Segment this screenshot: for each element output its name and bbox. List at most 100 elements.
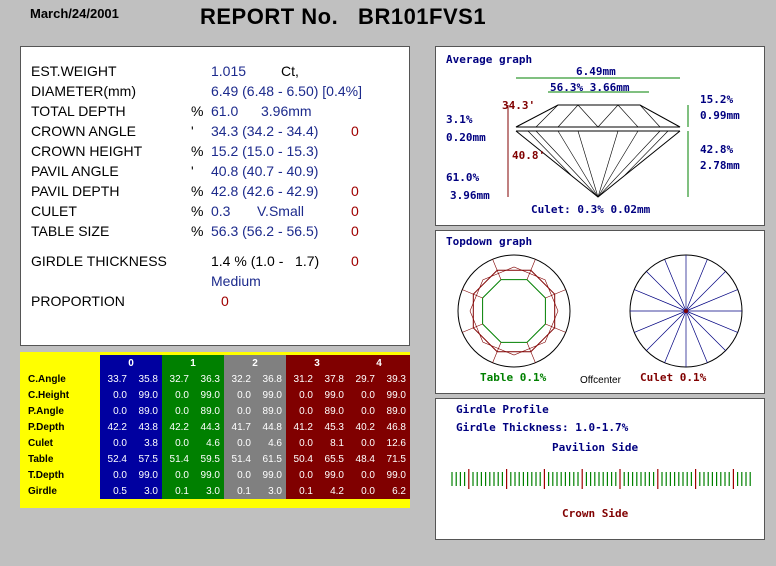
girdle-profile-thickness: Girdle Thickness: 1.0-1.7% <box>456 421 629 434</box>
measurement-label: CROWN HEIGHT <box>31 143 143 159</box>
grade-table: 0 1 2 3 4 C.Angle 33.7 35.8 32.7 36.3 32.2 36.8 31.2… <box>20 355 410 499</box>
grade-cell: 0.0 <box>348 435 379 451</box>
grade-row-label: P.Angle <box>20 403 100 419</box>
grade-cell: 0.0 <box>286 435 317 451</box>
grade-row: C.Angle 33.7 35.8 32.7 36.3 32.2 36.8 31.2 37.8 2… <box>20 371 410 387</box>
grade-header-2: 2 <box>224 355 286 371</box>
grade-cell: 89.0 <box>379 403 410 419</box>
topdown-pavilion-facet <box>646 310 687 351</box>
girdle-crown-side: Crown Side <box>562 507 629 520</box>
grade-cell: 0.0 <box>162 435 193 451</box>
grade-cell: 89.0 <box>317 403 348 419</box>
grade-cell: 99.0 <box>379 467 410 483</box>
avg-crown-angle: 34.3' <box>502 99 536 112</box>
grade-cell: 0.0 <box>286 467 317 483</box>
grade-cell: 4.6 <box>255 435 286 451</box>
grade-cell: 89.0 <box>131 403 162 419</box>
girdle-thickness-value: 1.4 % (1.0 - 1.7) <box>211 253 320 269</box>
grade-cell: 0.0 <box>162 387 193 403</box>
grade-header-3: 3 <box>286 355 348 371</box>
measurement-extra: Ct, <box>281 63 299 79</box>
grade-cell: 0.0 <box>286 403 317 419</box>
grade-cell: 61.5 <box>255 451 286 467</box>
grade-cell: 6.2 <box>379 483 410 499</box>
topdown-crown-facet <box>526 259 536 280</box>
measurement-flag: 0 <box>351 183 359 199</box>
topdown-pavilion-facet <box>685 310 726 351</box>
avg-total-mm: 3.96mm <box>450 189 490 202</box>
avg-table: 56.3% 3.66mm <box>550 81 630 94</box>
pavilion-facets <box>527 130 669 198</box>
avg-crown-mm: 0.20mm <box>446 131 486 144</box>
topdown-crown-facet <box>545 323 566 333</box>
report-title: REPORT No. BR101FVS1 <box>200 4 487 29</box>
measurement-unit: ' <box>191 163 194 179</box>
measurement-extra: 3.96mm <box>261 103 312 119</box>
avg-right-pav-mm: 2.78mm <box>700 159 740 172</box>
measurement-label: DIAMETER(mm) <box>31 83 136 99</box>
grade-cell: 44.8 <box>255 419 286 435</box>
grade-cell: 36.8 <box>255 371 286 387</box>
grade-cell: 4.2 <box>317 483 348 499</box>
grade-cell: 71.5 <box>379 451 410 467</box>
grade-cell: 41.2 <box>286 419 317 435</box>
grade-cell: 0.0 <box>224 435 255 451</box>
proportion-value: 0 <box>221 293 229 309</box>
measurement-value: 56.3 (56.2 - 56.5) <box>211 223 319 239</box>
grade-cell: 65.5 <box>317 451 348 467</box>
grade-row-label: Girdle <box>20 483 100 499</box>
measurement-value: 40.8 (40.7 - 40.9) <box>211 163 319 179</box>
grade-cell: 0.0 <box>162 467 193 483</box>
grade-cell: 8.1 <box>317 435 348 451</box>
topdown-star-square-b <box>469 266 559 356</box>
avg-diameter: 6.49mm <box>576 65 616 78</box>
pavilion-outline <box>515 130 681 198</box>
grade-cell: 46.8 <box>379 419 410 435</box>
grade-cell: 32.7 <box>162 371 193 387</box>
grade-row: P.Angle 0.0 89.0 0.0 89.0 0.0 89.0 0.0 89.0 0.0 89… <box>20 403 410 419</box>
topdown-culet-dot <box>684 309 688 313</box>
measurement-flag: 0 <box>351 203 359 219</box>
avg-right-crown-pct: 15.2% <box>700 93 734 106</box>
girdle-grade: Medium <box>211 273 261 289</box>
measurement-unit: ' <box>191 123 194 139</box>
measurement-label: TOTAL DEPTH <box>31 103 126 119</box>
measurement-unit: % <box>191 203 204 219</box>
grade-cell: 31.2 <box>286 371 317 387</box>
grade-cell: 99.0 <box>131 467 162 483</box>
topdown-table-octagon <box>482 279 546 343</box>
grade-header-4: 4 <box>348 355 410 371</box>
grade-cell: 0.0 <box>286 387 317 403</box>
measurements-panel: EST.WEIGHT 1.015 Ct, DIAMETER(mm) 6.49 (6.48… <box>20 46 410 346</box>
measurement-flag: 0 <box>351 123 359 139</box>
grade-cell: 0.0 <box>224 467 255 483</box>
measurement-unit: % <box>191 183 204 199</box>
measurement-label: PAVIL ANGLE <box>31 163 119 179</box>
measurement-label: EST.WEIGHT <box>31 63 117 79</box>
grade-cell: 0.0 <box>348 403 379 419</box>
grade-row: T.Depth 0.0 99.0 0.0 99.0 0.0 99.0 0.0 99.0 0.0 99… <box>20 467 410 483</box>
grade-row-label: Culet <box>20 435 100 451</box>
grade-cell: 0.0 <box>224 387 255 403</box>
grade-cell: 35.8 <box>131 371 162 387</box>
grade-cell: 0.0 <box>162 403 193 419</box>
grade-cell: 3.0 <box>193 483 224 499</box>
grade-cell: 0.0 <box>100 387 131 403</box>
grade-cell: 51.4 <box>224 451 255 467</box>
grade-cell: 3.0 <box>131 483 162 499</box>
grade-cell: 42.2 <box>100 419 131 435</box>
grade-cell: 0.0 <box>224 403 255 419</box>
grade-row-label: Table <box>20 451 100 467</box>
grade-cell: 32.2 <box>224 371 255 387</box>
grade-cell: 4.6 <box>193 435 224 451</box>
grade-cell: 89.0 <box>255 403 286 419</box>
grade-cell: 40.2 <box>348 419 379 435</box>
avg-culet: Culet: 0.3% 0.02mm <box>531 203 651 216</box>
avg-pavilion-angle: 40.8' <box>512 149 546 162</box>
grade-row: Table 52.4 57.5 51.4 59.5 51.4 61.5 50.4 65.5 48.… <box>20 451 410 467</box>
grade-header-row: 01234 <box>20 355 410 371</box>
grade-cell: 59.5 <box>193 451 224 467</box>
grade-cell: 99.0 <box>255 467 286 483</box>
measurement-label: PAVIL DEPTH <box>31 183 120 199</box>
grade-cell: 48.4 <box>348 451 379 467</box>
